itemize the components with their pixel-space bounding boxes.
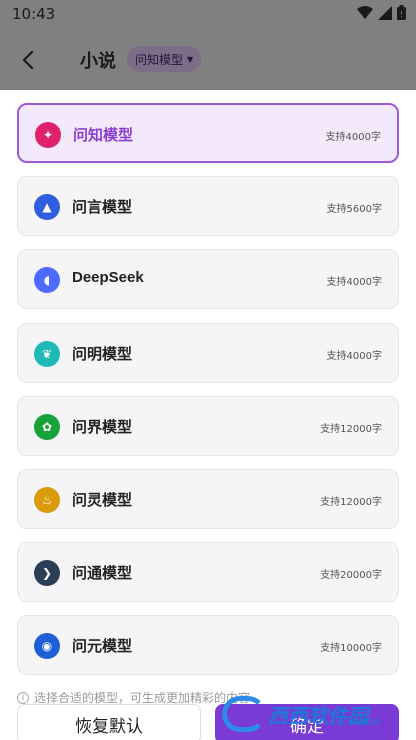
reset-default-button[interactable]: 恢复默认 bbox=[17, 704, 201, 740]
watermark-c-icon bbox=[222, 696, 266, 732]
model-card[interactable]: ◉ 问元模型 支持10000字 bbox=[17, 615, 399, 676]
watermark-logo: 西西软件园 CR173.COM bbox=[222, 694, 400, 734]
signal-icon bbox=[378, 5, 392, 20]
model-card[interactable]: ◖ DeepSeek 支持4000字 bbox=[17, 249, 399, 310]
model-name: 问明模型 bbox=[72, 345, 133, 363]
model-name: DeepSeek bbox=[72, 269, 144, 287]
model-word-limit: 支持4000字 bbox=[326, 350, 382, 362]
watermark-url: CR173.COM bbox=[332, 718, 380, 727]
model-word-limit: 支持20000字 bbox=[320, 570, 382, 582]
model-card[interactable]: ✦ 问知模型 支持4000字 bbox=[17, 103, 399, 163]
model-card[interactable]: ❯ 问通模型 支持20000字 bbox=[17, 542, 399, 603]
model-word-limit: 支持12000字 bbox=[320, 423, 382, 435]
model-name: 问灵模型 bbox=[72, 492, 133, 509]
model-card[interactable]: ♨ 问灵模型 支持12000字 bbox=[17, 469, 399, 529]
whale-icon: ◖ bbox=[34, 267, 60, 294]
swirl-icon: ◉ bbox=[34, 633, 60, 660]
model-word-limit: 支持4000字 bbox=[326, 277, 382, 289]
wifi-icon bbox=[357, 5, 373, 19]
model-word-limit: 支持4000字 bbox=[325, 132, 381, 143]
model-card[interactable]: ▲ 问言模型 支持5600字 bbox=[17, 176, 399, 237]
battery-icon: ! bbox=[397, 5, 406, 20]
caret-down-icon: ▼ bbox=[187, 54, 194, 64]
model-card[interactable]: ✿ 问界模型 支持12000字 bbox=[17, 395, 399, 456]
knot-icon: ✿ bbox=[34, 413, 60, 440]
model-name: 问界模型 bbox=[72, 418, 133, 436]
triangle-icon: ▲ bbox=[34, 194, 60, 221]
back-arrow-icon[interactable] bbox=[16, 48, 40, 72]
info-icon: i bbox=[17, 691, 29, 704]
status-icons: ! bbox=[357, 5, 406, 20]
leaf-icon: ❦ bbox=[34, 340, 60, 367]
model-name: 问元模型 bbox=[72, 638, 133, 656]
model-word-limit: 支持12000字 bbox=[320, 497, 382, 508]
model-chip-label: 问知模型 bbox=[135, 52, 184, 67]
model-selector-chip[interactable]: 问知模型 ▼ bbox=[127, 46, 202, 72]
svg-text:!: ! bbox=[400, 10, 403, 19]
model-name: 问知模型 bbox=[73, 127, 134, 144]
model-name: 问言模型 bbox=[72, 199, 133, 217]
sparkle-icon: ✦ bbox=[35, 122, 61, 148]
app-header: 小说 问知模型 ▼ bbox=[0, 30, 416, 90]
flame-icon: ♨ bbox=[34, 487, 60, 513]
link-icon: ❯ bbox=[34, 560, 60, 587]
model-word-limit: 支持10000字 bbox=[320, 643, 382, 655]
status-bar: 10:43 ! bbox=[0, 0, 416, 30]
status-time: 10:43 bbox=[12, 5, 56, 23]
model-name: 问通模型 bbox=[72, 565, 133, 583]
model-word-limit: 支持5600字 bbox=[326, 204, 382, 216]
page-title: 小说 bbox=[80, 51, 116, 72]
model-card[interactable]: ❦ 问明模型 支持4000字 bbox=[17, 322, 399, 383]
